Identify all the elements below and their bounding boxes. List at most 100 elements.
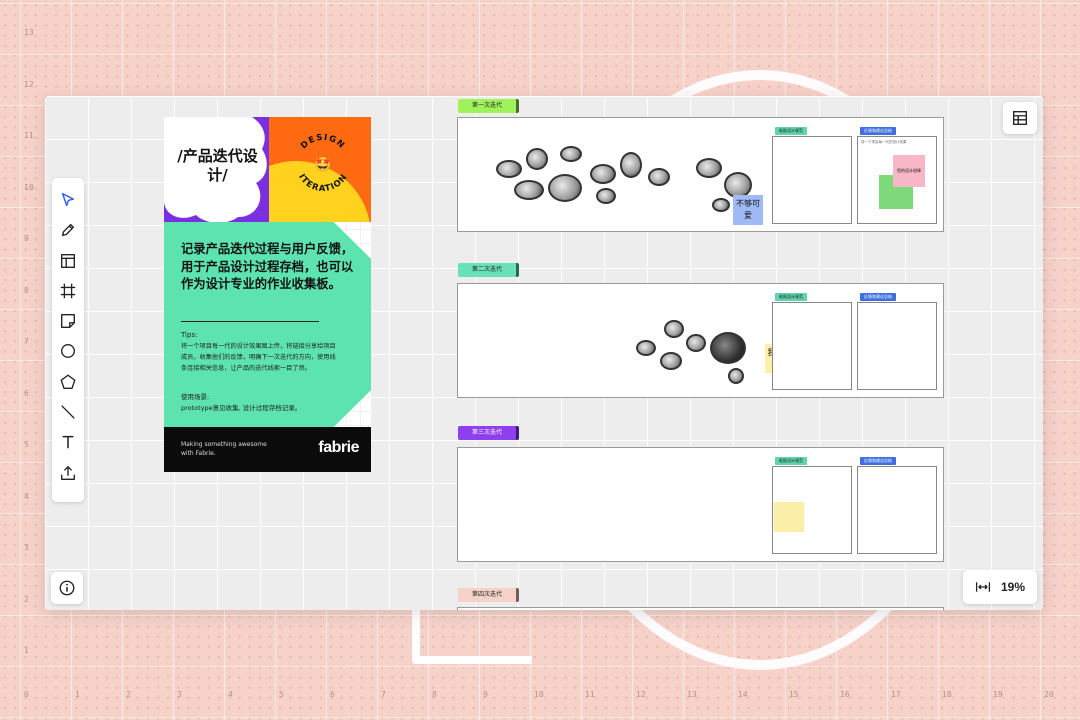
feedback-label: 反馈和建议总结 [860,127,896,135]
design-spec-label: 粘贴设计规范 [775,293,807,301]
feedback-note: 将一个项目每一代的设计效果 [861,140,907,144]
ruler-number: 13 [24,28,34,37]
sticky-note-yellow-empty[interactable] [774,502,804,532]
ruler-number: 3 [177,690,182,699]
poster-headline: 记录产品迭代过程与用户反馈，用于产品设计过程存档，也可以作为设计专业的作业收集板… [181,242,354,291]
ruler-number: 14 [738,690,748,699]
text-icon [62,436,74,449]
poster-usage-label: 使用场景: [181,393,210,401]
line-icon [61,405,75,419]
frame-tag-iteration-2[interactable]: 第二次迭代 [458,263,520,277]
ruler-number: 5 [24,440,29,449]
upload-tool[interactable] [56,461,80,485]
poster-divider [181,321,319,322]
ruler-number: 11 [585,690,595,699]
ruler-number: 0 [24,690,29,699]
design-spec-card-2[interactable]: 粘贴设计规范 [772,293,852,390]
ruler-number: 13 [687,690,697,699]
fit-width-icon[interactable] [975,579,991,595]
ruler-number: 6 [330,690,335,699]
frame-iteration-4[interactable] [457,607,944,610]
zoom-control[interactable]: 19% [963,570,1037,604]
ruler-number: 10 [24,182,34,192]
table-icon [1013,111,1027,125]
frame-tag-iteration-4[interactable]: 第四次迭代 [458,588,520,602]
frame-tool[interactable] [56,279,80,303]
design-spec-card-3[interactable]: 粘贴设计规范 [772,457,852,554]
line-tool[interactable] [56,400,80,424]
ruler-number: 7 [24,337,29,346]
info-icon [59,580,75,596]
poster-tips-label: Tips: [181,331,198,339]
frame-iteration-1[interactable]: 不够可爱 粘贴设计规范 反馈和建议总结 将一个项目每一代的设计效果 您的设计很棒 [457,117,944,232]
frame-tag-iteration-3[interactable]: 第三次迭代 [458,426,520,440]
poster-usage-body: prototype意见收集, 设计过程存档记录。 [181,404,302,412]
badge-bottom-text: ITERATION [296,172,349,194]
polygon-tool[interactable] [56,370,80,394]
sticky-note-pink[interactable]: 您的设计很棒 [893,155,925,187]
poster-footer: Making something awesome with Fabrie. fa… [164,427,371,472]
badge-emoji: 🤩 [314,156,331,173]
frame-iteration-2[interactable]: 我太喜欢了 粘贴设计规范 反馈和建议总结 [457,283,944,398]
frame-iteration-3[interactable]: 粘贴设计规范 反馈和建议总结 [457,447,944,562]
circle-tool[interactable] [56,339,80,363]
canvas-window[interactable]: /产品迭代设计/ DESIGN ITERATION 🤩 记录产品迭代过程与用户反… [45,96,1043,610]
ruler-number: 8 [24,285,29,295]
table-view-button[interactable] [1003,102,1037,134]
zoom-level: 19% [1000,580,1026,594]
template-tool[interactable] [56,249,80,273]
ruler-number: 4 [24,491,29,501]
pen-icon [61,224,75,237]
poster-tips-body: 将一个项目每一代的设计效果图上传，将链接分享给项目成员，收集他们的反馈，明确下一… [181,343,336,372]
ruler-number: 20 [1044,690,1054,699]
sketch-collage-1 [486,138,766,218]
ruler-number: 5 [279,690,284,699]
poster-title: /产品迭代设计/ [177,147,258,184]
ruler-number: 9 [483,690,488,699]
fabrie-logo: fabrie [318,439,359,456]
design-spec-card-1[interactable]: 粘贴设计规范 [772,127,852,224]
ruler-number: 8 [432,690,437,699]
svg-text:ITERATION: ITERATION [296,172,350,194]
feedback-label: 反馈和建议总结 [860,457,896,465]
badge-top-text: DESIGN [299,133,346,151]
feedback-card-3[interactable]: 反馈和建议总结 [857,457,937,554]
upload-icon [61,465,75,480]
ruler-number: 9 [24,234,29,243]
frame-icon [60,283,76,299]
ruler-number: 2 [126,690,131,699]
poster-footer-text: Making something awesome with Fabrie. [181,441,267,457]
feedback-label: 反馈和建议总结 [860,293,896,301]
design-spec-label: 粘贴设计规范 [775,127,807,135]
design-iteration-badge: DESIGN ITERATION 🤩 [296,133,350,194]
feedback-card-1[interactable]: 反馈和建议总结 将一个项目每一代的设计效果 您的设计很棒 [857,127,937,224]
ruler-number: 19 [993,690,1003,699]
ruler-number: 15 [789,690,799,699]
design-spec-label: 粘贴设计规范 [775,457,807,465]
frame-tag-iteration-1[interactable]: 第一次迭代 [458,99,520,113]
ruler-number: 3 [24,543,29,552]
ruler-number: 12 [24,79,34,89]
template-poster[interactable]: /产品迭代设计/ DESIGN ITERATION 🤩 记录产品迭代过程与用户反… [164,117,371,472]
ruler-number: 16 [840,690,850,699]
ruler-number: 11 [24,131,34,140]
left-toolbar [52,178,84,502]
pentagon-icon [60,374,76,389]
ruler-number: 4 [228,690,233,699]
ruler-number: 2 [24,594,29,604]
select-tool[interactable] [56,188,80,212]
ruler-number: 1 [75,690,80,699]
sticky-note-tool[interactable] [56,309,80,333]
info-button[interactable] [51,572,83,604]
ruler-number: 17 [891,690,901,699]
svg-text:DESIGN: DESIGN [299,133,347,151]
feedback-card-2[interactable]: 反馈和建议总结 [857,293,937,390]
ruler-number: 7 [381,690,386,699]
ruler-number: 6 [24,388,29,398]
circle-icon [61,344,75,359]
sticky-note-blue[interactable]: 不够可爱 [733,195,763,225]
ruler-number: 18 [942,690,952,699]
text-tool[interactable] [56,430,80,454]
cursor-icon [61,192,75,207]
pen-tool[interactable] [56,218,80,242]
